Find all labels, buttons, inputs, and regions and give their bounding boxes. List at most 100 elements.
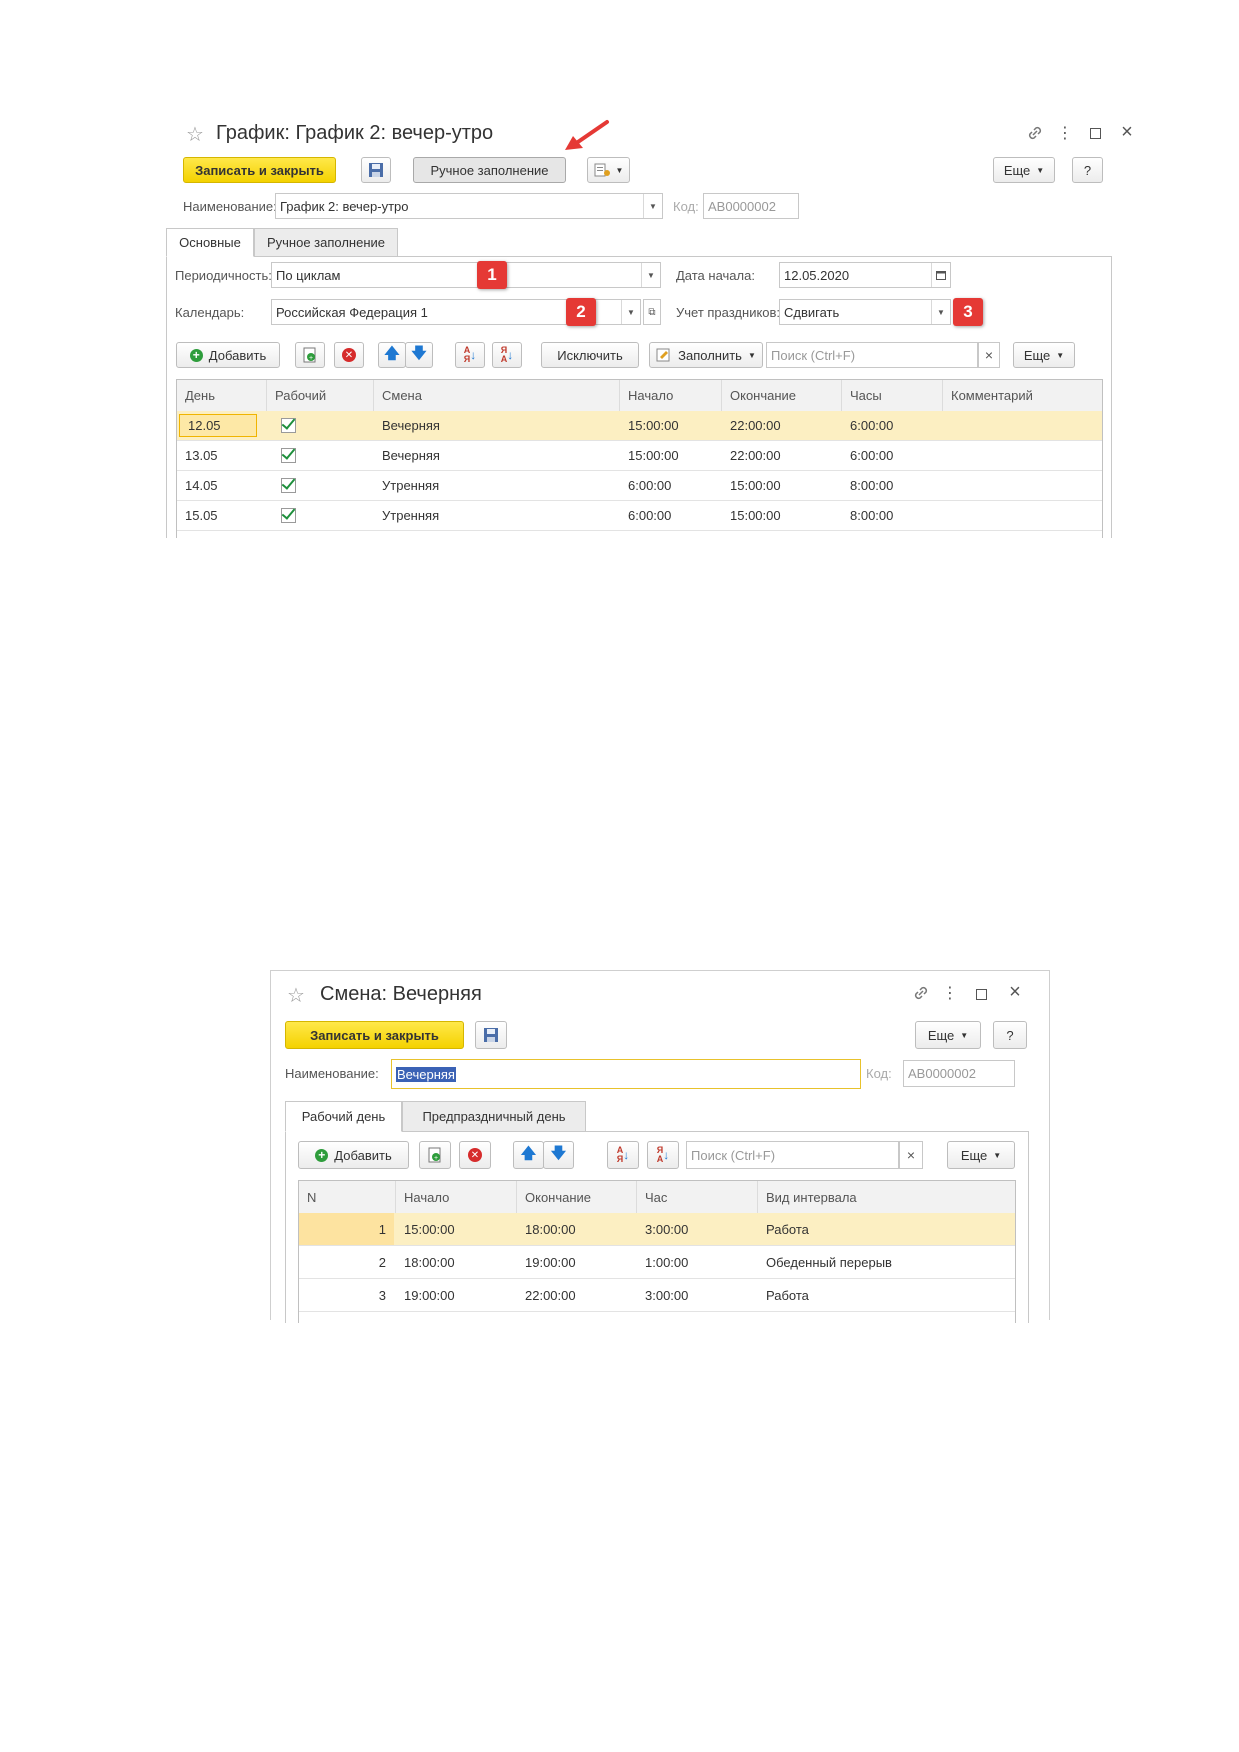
clear-search-icon[interactable]: × [899, 1141, 923, 1169]
chevron-down-icon[interactable]: ▼ [621, 300, 640, 324]
favorite-star-icon[interactable]: ☆ [186, 122, 204, 147]
more-vert-icon[interactable]: ⋮ [942, 983, 958, 1003]
tab-working-day[interactable]: Рабочий день [285, 1101, 402, 1132]
help-button[interactable]: ? [993, 1021, 1027, 1049]
maximize-icon[interactable] [1090, 128, 1101, 139]
column-header-end[interactable]: Окончание [517, 1181, 637, 1213]
cell-day[interactable]: 15.05 [177, 501, 267, 530]
sort-asc-button[interactable]: А Я ↓ [455, 342, 485, 368]
cell-end[interactable]: 22:00:00 [722, 411, 842, 440]
column-header-interval-type[interactable]: Вид интервала [758, 1181, 1015, 1213]
table-row[interactable]: 14.05 Утренняя 6:00:00 15:00:00 8:00:00 [177, 471, 1102, 501]
cell-n[interactable]: 2 [299, 1246, 394, 1278]
column-header-end[interactable]: Окончание [722, 380, 842, 411]
cell-hours[interactable]: 1:00:00 [637, 1246, 758, 1278]
more-button[interactable]: Еще ▼ [915, 1021, 981, 1049]
move-down-button[interactable]: 🡇 [543, 1141, 574, 1169]
cell-end[interactable]: 22:00:00 [722, 441, 842, 470]
cell-start[interactable]: 15:00:00 [620, 441, 722, 470]
cell-shift[interactable]: Вечерняя [374, 411, 620, 440]
more-vert-icon[interactable]: ⋮ [1057, 123, 1073, 143]
clear-search-icon[interactable]: × [978, 342, 1000, 368]
cell-day[interactable]: 13.05 [177, 441, 267, 470]
save-and-close-button[interactable]: Записать и закрыть [285, 1021, 464, 1049]
sort-desc-button[interactable]: Я А ↓ [647, 1141, 679, 1169]
cell-shift[interactable]: Вечерняя [374, 441, 620, 470]
cell-n[interactable]: 1 [299, 1213, 394, 1245]
tab-manual-fill[interactable]: Ручное заполнение [254, 228, 398, 257]
cell-start[interactable]: 15:00:00 [620, 411, 722, 440]
cell-interval-type[interactable]: Работа [758, 1279, 1015, 1311]
cell-start[interactable]: 15:00:00 [396, 1213, 517, 1245]
column-header-working[interactable]: Рабочий [267, 380, 374, 411]
sort-asc-button[interactable]: А Я ↓ [607, 1141, 639, 1169]
table-row[interactable]: 13.05 Вечерняя 15:00:00 22:00:00 6:00:00 [177, 441, 1102, 471]
favorite-star-icon[interactable]: ☆ [287, 983, 305, 1008]
save-button[interactable] [361, 157, 391, 183]
search-input[interactable]: Поиск (Ctrl+F) [766, 342, 978, 368]
cell-hours[interactable]: 8:00:00 [842, 501, 943, 530]
move-up-button[interactable]: 🡅 [513, 1141, 544, 1169]
checkbox-icon[interactable] [281, 448, 296, 463]
fill-dropdown-button[interactable]: Заполнить ▼ [649, 342, 763, 368]
delete-button[interactable]: ✕ [459, 1141, 491, 1169]
cell-working[interactable] [273, 471, 313, 500]
column-header-hours[interactable]: Час [637, 1181, 758, 1213]
cell-start[interactable]: 18:00:00 [396, 1246, 517, 1278]
column-header-shift[interactable]: Смена [374, 380, 620, 411]
cell-shift[interactable]: Утренняя [374, 471, 620, 500]
search-input[interactable]: Поиск (Ctrl+F) [686, 1141, 899, 1169]
cell-hours[interactable]: 8:00:00 [842, 471, 943, 500]
print-dropdown-button[interactable]: ▼ [587, 157, 630, 183]
cell-start[interactable]: 19:00:00 [396, 1279, 517, 1311]
calendar-icon[interactable] [931, 263, 950, 287]
name-field[interactable]: График 2: вечер-утро ▼ [275, 193, 663, 219]
cell-working[interactable] [273, 411, 313, 440]
maximize-icon[interactable] [976, 989, 987, 1000]
cell-day[interactable]: 12.05 [179, 414, 257, 437]
chevron-down-icon[interactable]: ▼ [643, 194, 662, 218]
chevron-down-icon[interactable]: ▼ [641, 263, 660, 287]
table-row[interactable]: 15.05 Утренняя 6:00:00 15:00:00 8:00:00 [177, 501, 1102, 531]
save-button[interactable] [475, 1021, 507, 1049]
cell-interval-type[interactable]: Работа [758, 1213, 1015, 1245]
cell-hours[interactable]: 6:00:00 [842, 441, 943, 470]
column-header-n[interactable]: N [299, 1181, 396, 1213]
add-button[interactable]: + Добавить [176, 342, 280, 368]
open-icon[interactable]: ⧉ [643, 299, 661, 325]
cell-end[interactable]: 15:00:00 [722, 471, 842, 500]
cell-day[interactable]: 14.05 [177, 471, 267, 500]
move-down-button[interactable]: 🡇 [405, 342, 433, 368]
add-button[interactable]: + Добавить [298, 1141, 409, 1169]
table-row[interactable]: 2 18:00:00 19:00:00 1:00:00 Обеденный пе… [299, 1246, 1015, 1279]
cell-end[interactable]: 19:00:00 [517, 1246, 637, 1278]
cell-start[interactable]: 6:00:00 [620, 471, 722, 500]
cell-n[interactable]: 3 [299, 1279, 394, 1311]
tab-main[interactable]: Основные [166, 228, 254, 257]
cell-working[interactable] [273, 441, 313, 470]
link-icon[interactable] [1025, 123, 1045, 143]
checkbox-icon[interactable] [281, 478, 296, 493]
cell-end[interactable]: 22:00:00 [517, 1279, 637, 1311]
save-and-close-button[interactable]: Записать и закрыть [183, 157, 336, 183]
checkbox-icon[interactable] [281, 508, 296, 523]
periodicity-select[interactable]: По циклам ▼ [271, 262, 661, 288]
start-date-field[interactable]: 12.05.2020 [779, 262, 951, 288]
link-icon[interactable] [911, 983, 931, 1003]
tab-pre-holiday[interactable]: Предпраздничный день [402, 1101, 586, 1132]
chevron-down-icon[interactable]: ▼ [931, 300, 950, 324]
column-header-day[interactable]: День [177, 380, 267, 411]
column-header-start[interactable]: Начало [396, 1181, 517, 1213]
checkbox-icon[interactable] [281, 418, 296, 433]
table-more-button[interactable]: Еще ▼ [1013, 342, 1075, 368]
cell-hours[interactable]: 3:00:00 [637, 1213, 758, 1245]
help-button[interactable]: ? [1072, 157, 1103, 183]
cell-hours[interactable]: 6:00:00 [842, 411, 943, 440]
copy-button[interactable]: + [295, 342, 325, 368]
close-icon[interactable]: × [1118, 121, 1136, 143]
cell-end[interactable]: 18:00:00 [517, 1213, 637, 1245]
cell-interval-type[interactable]: Обеденный перерыв [758, 1246, 1015, 1278]
copy-button[interactable]: + [419, 1141, 451, 1169]
sort-desc-button[interactable]: Я А ↓ [492, 342, 522, 368]
cell-hours[interactable]: 3:00:00 [637, 1279, 758, 1311]
